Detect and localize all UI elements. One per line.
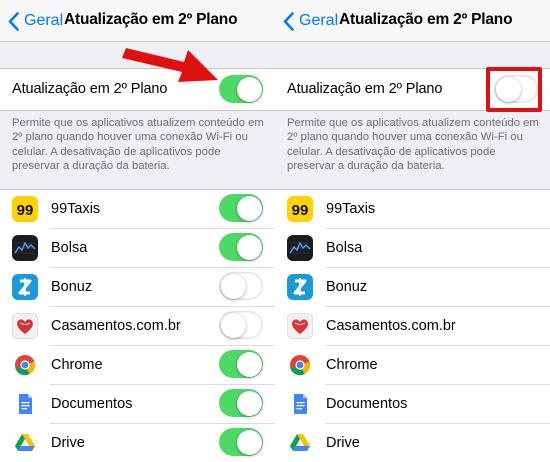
app-row-99taxis: 99 99Taxis	[275, 190, 550, 229]
app-name: Bonuz	[326, 279, 368, 295]
app-row-drive: Drive	[275, 424, 550, 462]
app-row-bonuz: Bonuz	[0, 268, 275, 307]
section-footer-text: Permite que os aplicativos atualizem con…	[12, 117, 264, 173]
app-name: Chrome	[326, 357, 378, 373]
back-button-label: Geral	[24, 12, 64, 29]
app-row-drive: Drive	[0, 424, 275, 462]
bonuz-icon	[287, 274, 313, 300]
app-name: Casamentos.com.br	[51, 318, 181, 334]
back-button[interactable]: Geral	[283, 10, 338, 32]
app-row-bolsa: Bolsa	[275, 229, 550, 268]
svg-text:99: 99	[17, 202, 34, 219]
app-name: Bolsa	[326, 240, 363, 256]
background-refresh-label: Atualização em 2º Plano	[287, 81, 443, 97]
navigation-bar: Geral Atualização em 2º Plano	[0, 0, 275, 42]
toggle-knob	[236, 351, 262, 377]
app-name: Drive	[51, 435, 85, 451]
app-name: Bolsa	[51, 240, 88, 256]
app-list: 99 99Taxis Bolsa Bonuz Casamentos.com.br…	[0, 189, 275, 462]
toggle-knob	[236, 429, 262, 455]
chrome-icon	[12, 352, 38, 378]
navigation-bar: Geral Atualização em 2º Plano	[275, 0, 550, 42]
page-title: Atualização em 2º Plano	[339, 11, 513, 28]
app-list: 99 99Taxis Bolsa Bonuz Casamentos.com.br	[275, 189, 550, 462]
app-refresh-toggle[interactable]	[219, 389, 263, 417]
stocks-icon	[287, 235, 313, 261]
back-button[interactable]: Geral	[8, 10, 63, 32]
stocks-icon	[12, 235, 38, 261]
casamentos-icon	[12, 313, 38, 339]
app-refresh-toggle[interactable]	[219, 272, 263, 300]
casamentos-icon	[287, 313, 313, 339]
svg-text:99: 99	[292, 202, 309, 219]
toggle-knob	[220, 312, 246, 338]
app-name: Drive	[326, 435, 360, 451]
app-row-casamentos: Casamentos.com.br	[0, 307, 275, 346]
app-row-casamentos: Casamentos.com.br	[275, 307, 550, 346]
app-row-bonuz: Bonuz	[275, 268, 550, 307]
app-refresh-toggle[interactable]	[219, 311, 263, 339]
red-arrow-annotation	[122, 48, 218, 82]
app-refresh-toggle[interactable]	[219, 194, 263, 222]
toggle-knob	[220, 273, 246, 299]
app-name: Documentos	[51, 396, 133, 412]
bonuz-icon	[12, 274, 38, 300]
docs-icon	[12, 391, 38, 417]
chrome-icon	[287, 352, 313, 378]
app-name: 99Taxis	[51, 201, 101, 217]
section-footer-text: Permite que os aplicativos atualizem con…	[287, 117, 539, 173]
chevron-left-icon	[283, 11, 294, 31]
app-refresh-toggle[interactable]	[219, 350, 263, 378]
app-row-documentos: Documentos	[275, 385, 550, 424]
99taxis-icon: 99	[12, 196, 38, 222]
app-refresh-toggle[interactable]	[219, 233, 263, 261]
app-name: Casamentos.com.br	[326, 318, 456, 334]
app-row-chrome: Chrome	[0, 346, 275, 385]
app-name: Bonuz	[51, 279, 93, 295]
red-highlight-box	[486, 67, 542, 112]
drive-icon	[12, 430, 38, 456]
drive-icon	[287, 430, 313, 456]
toggle-knob	[236, 234, 262, 260]
app-row-documentos: Documentos	[0, 385, 275, 424]
app-name: Documentos	[326, 396, 408, 412]
app-row-chrome: Chrome	[275, 346, 550, 385]
app-refresh-toggle[interactable]	[219, 428, 263, 456]
background-refresh-toggle[interactable]	[219, 75, 263, 103]
toggle-knob	[236, 195, 262, 221]
docs-icon	[287, 391, 313, 417]
toggle-knob	[236, 76, 262, 102]
app-name: 99Taxis	[326, 201, 376, 217]
page-title: Atualização em 2º Plano	[64, 11, 238, 28]
app-name: Chrome	[51, 357, 103, 373]
toggle-knob	[236, 390, 262, 416]
99taxis-icon: 99	[287, 196, 313, 222]
app-row-bolsa: Bolsa	[0, 229, 275, 268]
back-button-label: Geral	[299, 12, 339, 29]
app-row-99taxis: 99 99Taxis	[0, 190, 275, 229]
chevron-left-icon	[8, 11, 19, 31]
